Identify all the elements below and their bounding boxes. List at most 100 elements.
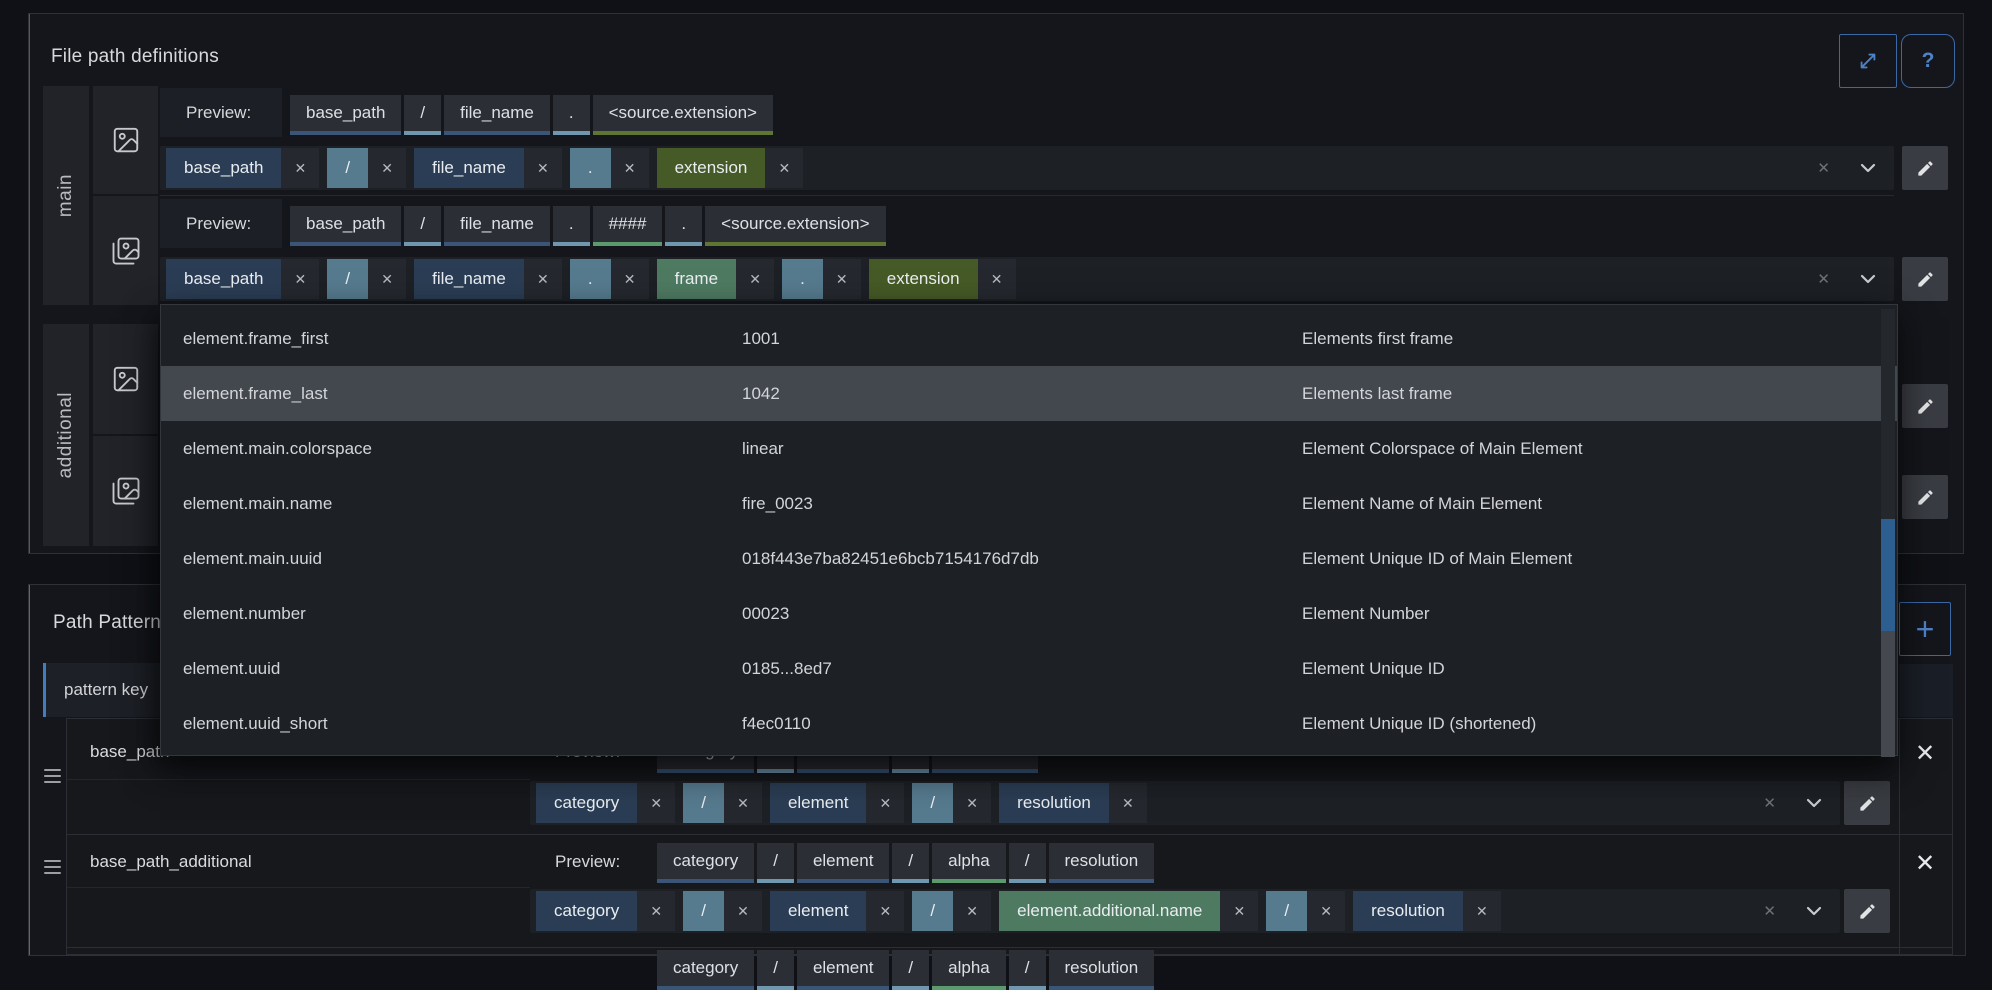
path-token[interactable]: .✕	[570, 259, 649, 299]
remove-token-icon[interactable]: ✕	[368, 148, 406, 188]
edit-path-button[interactable]	[1902, 146, 1948, 190]
dropdown-item[interactable]: element.frame_last1042Elements last fram…	[161, 366, 1897, 421]
path-token-editor-main-2[interactable]: base_path✕/✕file_name✕.✕frame✕.✕extensio…	[160, 257, 1894, 301]
remove-token-icon[interactable]: ✕	[978, 259, 1016, 299]
clear-all-icon[interactable]: ✕	[1817, 270, 1830, 288]
path-token[interactable]: base_path✕	[166, 259, 319, 299]
dropdown-item[interactable]: element.frame_first1001Elements first fr…	[161, 311, 1897, 366]
remove-token-icon[interactable]: ✕	[1220, 891, 1258, 931]
path-token[interactable]: /✕	[912, 891, 991, 931]
remove-token-icon[interactable]: ✕	[724, 783, 762, 823]
edit-pattern-button[interactable]	[1844, 781, 1890, 825]
token-label: /	[912, 891, 953, 931]
remove-token-icon[interactable]: ✕	[866, 891, 904, 931]
edit-path-button[interactable]	[1902, 257, 1948, 301]
dropdown-item[interactable]: element.main.namefire_0023Element Name o…	[161, 476, 1897, 531]
path-token[interactable]: resolution✕	[1353, 891, 1501, 931]
path-token[interactable]: category✕	[536, 783, 675, 823]
remove-pattern-button[interactable]: ✕	[1912, 740, 1938, 766]
token-label: category	[536, 891, 637, 931]
image-icon	[111, 364, 141, 394]
preview-chips-pattern-2: category/element/alpha/resolution	[657, 843, 1157, 883]
scrollbar-marker	[1881, 519, 1895, 631]
path-token[interactable]: /✕	[327, 259, 406, 299]
pattern-token-editor-1[interactable]: category✕/✕element✕/✕resolution✕ ✕	[530, 781, 1840, 825]
remove-token-icon[interactable]: ✕	[765, 148, 803, 188]
preview-cell: Preview:	[160, 88, 282, 137]
path-token[interactable]: file_name✕	[414, 259, 562, 299]
token-label: .	[782, 259, 823, 299]
pencil-icon	[1916, 488, 1935, 507]
path-token[interactable]: category✕	[536, 891, 675, 931]
path-token[interactable]: .✕	[570, 148, 649, 188]
edit-path-button[interactable]	[1902, 475, 1948, 519]
path-token[interactable]: resolution✕	[999, 783, 1147, 823]
token-label: element	[770, 891, 866, 931]
remove-token-icon[interactable]: ✕	[736, 259, 774, 299]
drag-handle[interactable]	[44, 860, 61, 874]
remove-token-icon[interactable]: ✕	[637, 783, 675, 823]
row-separator	[67, 834, 1952, 835]
scrollbar-thumb[interactable]	[1881, 631, 1895, 757]
edit-pattern-button[interactable]	[1844, 889, 1890, 933]
remove-token-icon[interactable]: ✕	[866, 783, 904, 823]
remove-token-icon[interactable]: ✕	[953, 891, 991, 931]
path-token-editor-main-1[interactable]: base_path✕/✕file_name✕.✕extension✕ ✕	[160, 146, 1894, 190]
path-token[interactable]: extension✕	[869, 259, 1016, 299]
dropdown-item[interactable]: element.main.uuid018f443e7ba82451e6bcb71…	[161, 531, 1897, 586]
chevron-down-icon[interactable]	[1804, 903, 1824, 919]
dropdown-item[interactable]: element.uuid_shortf4ec0110Element Unique…	[161, 696, 1897, 751]
path-token[interactable]: /✕	[327, 148, 406, 188]
chevron-down-icon[interactable]	[1858, 160, 1878, 176]
tab-pattern-key[interactable]: pattern key	[43, 663, 164, 717]
path-token[interactable]: frame✕	[657, 259, 774, 299]
remove-token-icon[interactable]: ✕	[637, 891, 675, 931]
path-token[interactable]: element✕	[770, 891, 904, 931]
remove-token-icon[interactable]: ✕	[724, 891, 762, 931]
path-token[interactable]: /✕	[912, 783, 991, 823]
clear-all-icon[interactable]: ✕	[1763, 902, 1776, 920]
token-label: /	[327, 148, 368, 188]
dropdown-scrollbar[interactable]	[1881, 309, 1895, 751]
remove-token-icon[interactable]: ✕	[281, 259, 319, 299]
chevron-down-icon[interactable]	[1804, 795, 1824, 811]
path-token[interactable]: file_name✕	[414, 148, 562, 188]
pattern-token-editor-2[interactable]: category✕/✕element✕/✕element.additional.…	[530, 889, 1840, 933]
add-pattern-button[interactable]: +	[1899, 602, 1951, 656]
remove-token-icon[interactable]: ✕	[1109, 783, 1147, 823]
dropdown-item[interactable]: element.uuid0185...8ed7Element Unique ID	[161, 641, 1897, 696]
path-token[interactable]: /✕	[1266, 891, 1345, 931]
path-token[interactable]: base_path✕	[166, 148, 319, 188]
row-type-single	[93, 86, 158, 194]
expand-panel-button[interactable]	[1839, 34, 1897, 88]
path-token[interactable]: extension✕	[657, 148, 804, 188]
preview-label: Preview:	[186, 214, 251, 234]
path-token[interactable]: .✕	[782, 259, 861, 299]
pencil-icon	[1916, 397, 1935, 416]
remove-token-icon[interactable]: ✕	[1463, 891, 1501, 931]
drag-handle[interactable]	[44, 769, 61, 783]
dropdown-item[interactable]: element.main.colorspacelinearElement Col…	[161, 421, 1897, 476]
chevron-down-icon[interactable]	[1858, 271, 1878, 287]
path-token[interactable]: element✕	[770, 783, 904, 823]
path-token[interactable]: /✕	[683, 891, 762, 931]
path-token[interactable]: /✕	[683, 783, 762, 823]
remove-token-icon[interactable]: ✕	[611, 148, 649, 188]
remove-token-icon[interactable]: ✕	[611, 259, 649, 299]
token-value: 018f443e7ba82451e6bcb7154176d7db	[742, 549, 1302, 569]
remove-token-icon[interactable]: ✕	[368, 259, 406, 299]
remove-token-icon[interactable]: ✕	[1307, 891, 1345, 931]
remove-token-icon[interactable]: ✕	[524, 148, 562, 188]
edit-path-button[interactable]	[1902, 384, 1948, 428]
remove-token-icon[interactable]: ✕	[524, 259, 562, 299]
clear-all-icon[interactable]: ✕	[1763, 794, 1776, 812]
remove-token-icon[interactable]: ✕	[823, 259, 861, 299]
remove-token-icon[interactable]: ✕	[953, 783, 991, 823]
dropdown-item[interactable]: element.number00023Element Number	[161, 586, 1897, 641]
clear-all-icon[interactable]: ✕	[1817, 159, 1830, 177]
remove-pattern-button[interactable]: ✕	[1912, 850, 1938, 876]
help-button[interactable]: ?	[1901, 34, 1955, 88]
remove-token-icon[interactable]: ✕	[281, 148, 319, 188]
path-token[interactable]: element.additional.name✕	[999, 891, 1258, 931]
token-value: f4ec0110	[742, 714, 1302, 734]
